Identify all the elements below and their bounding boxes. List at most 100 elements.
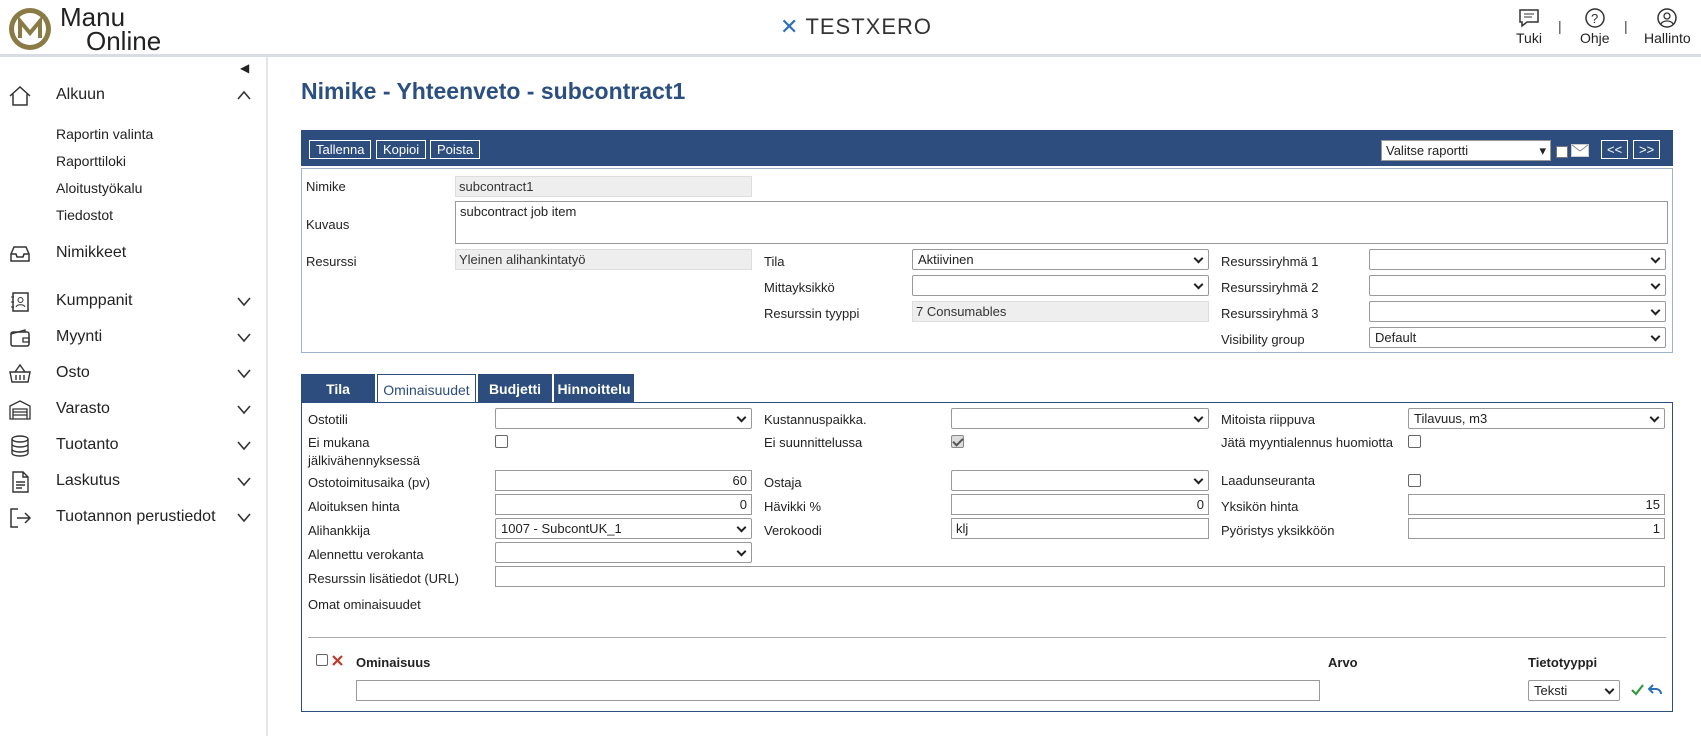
tab-budget[interactable]: Budjetti — [478, 374, 552, 403]
excluded-from-deduction-label: Ei mukana — [308, 435, 370, 450]
rounding-unit-input[interactable]: 1 — [1408, 518, 1665, 539]
sidebar-item-invoicing[interactable]: Laskutus — [0, 467, 268, 497]
resource-url-input[interactable] — [495, 566, 1665, 587]
select-all-checkbox[interactable] — [316, 654, 328, 666]
purchase-account-select[interactable] — [495, 408, 752, 429]
chevron-down-icon[interactable] — [236, 439, 252, 451]
waste-percent-input[interactable]: 0 — [951, 494, 1209, 515]
sidebar-item-label: Laskutus — [56, 472, 121, 489]
chevron-down-icon[interactable] — [236, 295, 252, 307]
report-select[interactable]: Valitse raportti ▾ — [1381, 140, 1551, 161]
new-property-input[interactable] — [356, 680, 1320, 701]
help-link[interactable]: ? Ohje — [1580, 8, 1610, 46]
header-divider: | — [1558, 18, 1562, 34]
sidebar-subitem-report-log[interactable]: Raporttiloki — [56, 153, 126, 169]
resource-type-value: 7 Consumables — [912, 301, 1209, 322]
svg-text:?: ? — [1591, 11, 1598, 26]
reduced-tax-rate-select[interactable] — [495, 542, 752, 563]
sidebar-item-production-master-data[interactable]: Tuotannon perustiedot — [0, 503, 268, 533]
delete-button[interactable]: Poista — [430, 140, 481, 159]
support-link[interactable]: Tuki — [1516, 8, 1542, 46]
sidebar-item-items[interactable]: Nimikkeet — [0, 239, 268, 269]
previous-button[interactable]: << — [1601, 140, 1629, 159]
sidebar-item-label: Myynti — [56, 328, 103, 345]
divider — [308, 637, 1666, 638]
logo-text-2: Online — [86, 26, 161, 54]
resource-type-label: Resurssin tyyppi — [764, 306, 860, 321]
resource-group-2-select[interactable] — [1369, 275, 1666, 296]
home-icon — [9, 85, 31, 106]
email-report-checkbox[interactable] — [1556, 146, 1568, 158]
status-select[interactable]: Aktiivinen — [912, 249, 1209, 270]
sidebar-item-label: Tuotanto — [56, 436, 119, 453]
subcontractor-select[interactable]: 1007 - SubcontUK_1 — [495, 518, 752, 539]
chevron-down-icon[interactable] — [236, 367, 252, 379]
undo-icon[interactable] — [1648, 683, 1662, 696]
save-button[interactable]: Tallenna — [309, 140, 372, 159]
user-icon — [1657, 8, 1678, 28]
custom-properties-label: Omat ominaisuudet — [308, 597, 421, 612]
setup-price-label: Aloituksen hinta — [308, 499, 400, 514]
chevron-down-icon[interactable] — [236, 331, 252, 343]
data-type-select[interactable]: Teksti — [1528, 680, 1620, 701]
sidebar-subitem-files[interactable]: Tiedostot — [56, 207, 113, 223]
collapse-sidebar-icon[interactable]: ◀ — [240, 61, 249, 75]
chevron-down-icon[interactable] — [236, 475, 252, 487]
tab-status[interactable]: Tila — [301, 374, 375, 403]
email-icon[interactable] — [1571, 144, 1589, 157]
chevron-down-icon[interactable] — [236, 403, 252, 415]
sidebar-item-partners[interactable]: Kumppanit — [0, 287, 268, 317]
delete-icon[interactable] — [331, 654, 344, 667]
tax-code-input[interactable]: klj — [951, 518, 1209, 539]
sidebar-item-sales[interactable]: Myynti — [0, 323, 268, 353]
quality-tracking-checkbox[interactable] — [1408, 474, 1421, 487]
admin-link[interactable]: Hallinto — [1644, 8, 1691, 46]
resource-url-label: Resurssin lisätiedot (URL) — [308, 571, 459, 586]
sidebar-item-purchase[interactable]: Osto — [0, 359, 268, 389]
dimension-dependent-label: Mitoista riippuva — [1221, 412, 1315, 427]
ignore-sales-discount-label: Jätä myyntialennus huomiotta — [1221, 435, 1393, 450]
tab-pricing[interactable]: Hinnoittelu — [554, 374, 634, 403]
chevron-up-icon[interactable] — [236, 89, 252, 101]
sidebar-item-production[interactable]: Tuotanto — [0, 431, 268, 461]
buyer-select[interactable] — [951, 470, 1209, 491]
brand-mark-icon: ✕ — [780, 14, 800, 39]
report-select-value: Valitse raportti — [1386, 143, 1469, 158]
sidebar-item-home[interactable]: Alkuun — [0, 81, 268, 111]
item-toolbar: Tallenna Kopioi Poista Valitse raportti ▾… — [301, 130, 1673, 166]
resource-group-3-select[interactable] — [1369, 301, 1666, 322]
visibility-group-select[interactable]: Default — [1369, 327, 1666, 348]
cost-center-select[interactable] — [951, 408, 1209, 429]
page-title: Nimike - Yhteenveto - subcontract1 — [301, 78, 686, 104]
next-button[interactable]: >> — [1633, 140, 1661, 159]
unit-price-input[interactable]: 15 — [1408, 494, 1665, 515]
sidebar-item-warehouse[interactable]: Varasto — [0, 395, 268, 425]
tab-properties[interactable]: Ominaisuudet — [377, 374, 476, 403]
purchase-account-label: Ostotili — [308, 412, 348, 427]
excluded-from-deduction-checkbox[interactable] — [495, 435, 508, 448]
purchase-lead-time-input[interactable]: 60 — [495, 470, 752, 491]
ignore-sales-discount-checkbox[interactable] — [1408, 435, 1421, 448]
chevron-down-icon[interactable] — [236, 511, 252, 523]
excluded-from-deduction-label-2: jälkivähennyksessä — [308, 453, 421, 468]
unit-select[interactable] — [912, 275, 1209, 296]
sidebar-subitem-start-tool[interactable]: Aloitustyökalu — [56, 180, 142, 196]
resource-group-1-select[interactable] — [1369, 249, 1666, 270]
summary-panel: Nimike subcontract1 Kuvaus subcontract j… — [301, 168, 1673, 353]
description-field[interactable]: subcontract job item — [455, 201, 1668, 244]
document-icon — [12, 471, 29, 493]
resource-group-1-label: Resurssiryhmä 1 — [1221, 254, 1319, 269]
manu-online-logo[interactable]: Manu Online — [8, 2, 208, 56]
setup-price-input[interactable]: 0 — [495, 494, 752, 515]
sidebar-item-label: Alkuun — [56, 86, 105, 103]
tax-code-label: Verokoodi — [764, 523, 822, 538]
dimension-dependent-select[interactable]: Tilavuus, m3 — [1408, 408, 1665, 429]
copy-button[interactable]: Kopioi — [376, 140, 427, 159]
top-header: Manu Online ✕ TESTXERO Tuki | ? Ohje | Ha… — [0, 0, 1701, 57]
header-divider: | — [1624, 18, 1628, 34]
not-in-planning-checkbox[interactable] — [951, 435, 964, 448]
sidebar-subitem-report-selection[interactable]: Raportin valinta — [56, 126, 153, 142]
inbox-icon — [10, 246, 30, 262]
confirm-check-icon[interactable] — [1631, 684, 1644, 696]
description-label: Kuvaus — [306, 217, 350, 232]
